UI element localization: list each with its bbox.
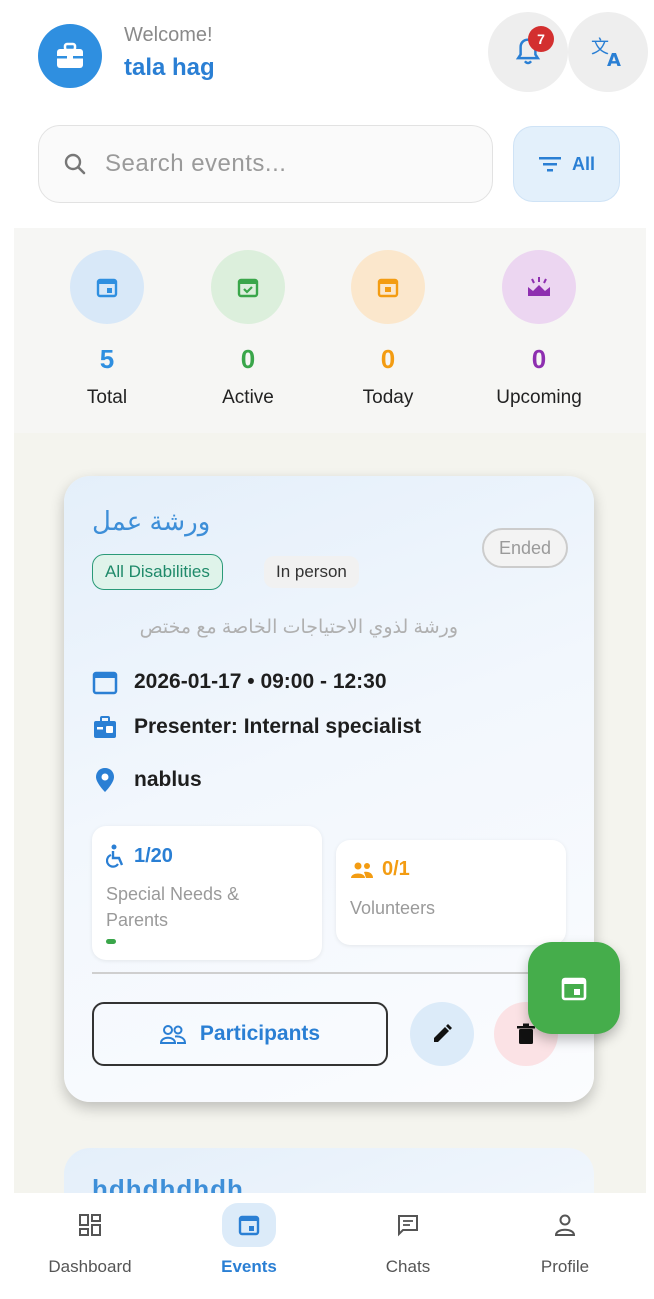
welcome-text: Welcome!	[124, 24, 213, 46]
stat-total-value: 5	[99, 344, 115, 374]
celebration-icon	[502, 250, 576, 324]
card-divider	[92, 972, 566, 974]
group-icon	[351, 862, 373, 878]
special-needs-progress	[106, 939, 306, 944]
event-description: ورشة لذوي الاحتياجات الخاصة مع مختص	[139, 617, 458, 638]
accessibility-icon	[106, 844, 124, 868]
nav-dashboard-label: Dashboard	[48, 1257, 132, 1276]
mode-tag: In person	[264, 556, 359, 588]
filter-button[interactable]: All	[513, 126, 620, 202]
nav-chats[interactable]: Chats	[348, 1203, 468, 1277]
filter-icon	[538, 157, 561, 172]
stat-today-value: 0	[380, 344, 396, 374]
presenter-row: Presenter: Internal specialist	[92, 714, 421, 740]
search-placeholder: Search events...	[105, 150, 287, 177]
dashboard-icon	[63, 1203, 117, 1247]
trash-icon	[517, 1023, 535, 1044]
date-row: 2026-01-17 • 09:00 - 12:30	[92, 669, 387, 695]
bottom-navigation: Dashboard Events Chats Profile	[0, 1193, 654, 1299]
calendar-icon	[222, 1203, 276, 1247]
stat-total-label: Total	[86, 387, 128, 408]
notification-badge: 7	[528, 26, 554, 52]
calendar-icon	[70, 250, 144, 324]
username: tala hag	[124, 54, 215, 81]
stat-upcoming-label: Upcoming	[496, 387, 582, 408]
participants-button[interactable]: Participants	[92, 1002, 388, 1066]
volunteers-capacity: 0/1 Volunteers	[336, 840, 566, 945]
stat-upcoming-value: 0	[531, 344, 547, 374]
svg-text:A: A	[607, 50, 621, 69]
special-needs-capacity: 1/20 Special Needs & Parents	[92, 826, 322, 960]
stat-upcoming[interactable]: 0 Upcoming	[474, 250, 604, 409]
participants-label: Participants	[199, 1022, 321, 1045]
nav-profile-label: Profile	[540, 1257, 590, 1276]
event-presenter: Presenter: Internal specialist	[134, 715, 422, 738]
calendar-check-icon	[211, 250, 285, 324]
search-icon	[64, 153, 86, 175]
add-event-fab[interactable]	[528, 942, 620, 1034]
nav-events[interactable]: Events	[189, 1203, 309, 1277]
chat-icon	[381, 1203, 435, 1247]
edit-button[interactable]	[410, 1002, 474, 1066]
status-badge: Ended	[482, 528, 568, 568]
presenter-badge-icon	[94, 716, 116, 738]
event-title: ورشة عمل	[92, 506, 211, 536]
nav-events-label: Events	[221, 1257, 277, 1276]
location-pin-icon	[96, 768, 114, 792]
nav-chats-label: Chats	[385, 1257, 431, 1276]
volunteers-label: Volunteers	[350, 898, 436, 918]
special-needs-progress-fill	[106, 939, 116, 944]
stat-today[interactable]: 0 Today	[323, 250, 453, 409]
calendar-today-icon	[351, 250, 425, 324]
filter-label: All	[571, 153, 595, 174]
translate-icon: 文 A	[591, 37, 621, 69]
briefcase-logo-icon	[38, 24, 102, 88]
special-needs-count: 1/20	[134, 844, 173, 867]
search-input[interactable]: Search events...	[38, 125, 493, 203]
event-card[interactable]: ورشة عمل Ended All Disabilities In perso…	[64, 476, 594, 1102]
disability-tag: All Disabilities	[92, 554, 223, 590]
calendar-add-icon	[561, 977, 587, 1001]
event-location: nablus	[134, 768, 202, 791]
app-header: Welcome! tala hag 7 文 A	[0, 0, 654, 110]
volunteers-count: 0/1	[382, 858, 410, 880]
people-outline-icon	[159, 1025, 186, 1044]
event-datetime: 2026-01-17 • 09:00 - 12:30	[134, 670, 387, 693]
pencil-icon	[434, 1024, 452, 1042]
location-row: nablus	[92, 766, 202, 794]
stat-active-value: 0	[240, 344, 256, 374]
notifications-button[interactable]: 7	[488, 12, 568, 92]
stat-active[interactable]: 0 Active	[183, 250, 313, 409]
person-icon	[538, 1203, 592, 1247]
translate-button[interactable]: 文 A	[568, 12, 648, 92]
stats-panel: 5 Total 0 Active 0 Today 0 Upcoming	[14, 228, 646, 433]
calendar-icon	[92, 671, 118, 695]
stat-today-label: Today	[362, 387, 414, 408]
nav-dashboard[interactable]: Dashboard	[30, 1203, 150, 1277]
stat-total[interactable]: 5 Total	[42, 250, 172, 409]
nav-profile[interactable]: Profile	[505, 1203, 625, 1277]
stat-active-label: Active	[222, 387, 274, 408]
special-needs-label: Special Needs & Parents	[106, 884, 240, 930]
